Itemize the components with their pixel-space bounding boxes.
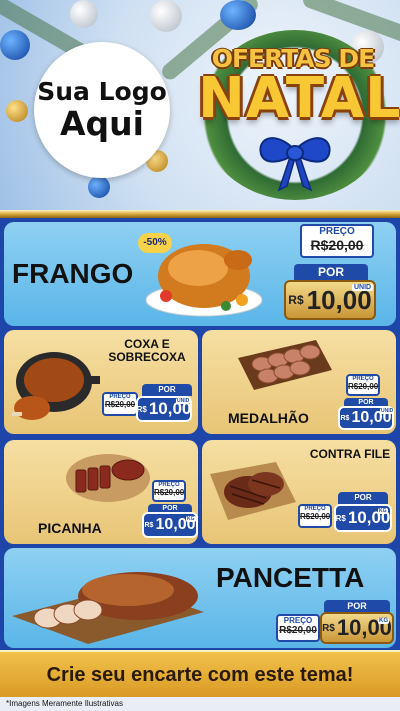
ornament-ball — [6, 100, 28, 122]
product-name: COXA E SOBRECOXA — [108, 337, 186, 365]
product-name: PANCETTA — [216, 562, 365, 593]
ornament-ball — [88, 176, 110, 198]
ornament-ball — [0, 30, 30, 60]
ornament-ball — [70, 0, 98, 28]
product-card-frango[interactable]: FRANGO -50% PREÇO R$20,00 POR R$ 10,00 U… — [4, 222, 396, 326]
footer-cta-text: Crie seu encarte com este tema! — [46, 664, 354, 686]
currency-symbol: R$ — [288, 293, 304, 307]
currency-symbol: R$ — [340, 414, 350, 422]
old-price-box: PREÇO R$20,00 — [102, 392, 138, 416]
footer-cta-bar[interactable]: Crie seu encarte com este tema! — [0, 650, 400, 698]
ornament-ball — [150, 0, 182, 32]
unit-label: KG — [378, 508, 388, 514]
old-price: R$20,00 — [104, 400, 136, 409]
product-card-picanha[interactable]: PICANHA PREÇO R$20,00 POR R$ 10,00 KG — [4, 440, 198, 544]
unit-label: UNID — [380, 408, 395, 414]
product-name: MEDALHÃO — [228, 410, 309, 426]
discount-badge: -50% — [138, 233, 172, 253]
medallion-skewers-image — [238, 340, 332, 390]
logo-text-line1: Sua Logo — [37, 77, 167, 107]
logo-text-line2: Aqui — [60, 103, 144, 143]
ornament-ball — [220, 0, 256, 30]
old-price: R$20,00 — [310, 237, 364, 253]
price-tag: PREÇO R$20,00 POR R$ 10,00 UNID — [284, 224, 376, 322]
title-main: NATAL — [198, 66, 400, 131]
old-price: R$20,00 — [154, 488, 185, 497]
price-tag: PREÇO R$20,00 POR R$ 10,00 KG — [298, 490, 392, 542]
pancetta-roast-image — [12, 572, 204, 644]
old-price-box: PREÇO R$20,00 — [346, 374, 380, 396]
por-label: POR — [294, 264, 368, 280]
old-price-box: PREÇO R$20,00 — [276, 614, 320, 642]
por-label: POR — [142, 384, 192, 396]
product-card-coxa[interactable]: COXA E SOBRECOXA PREÇO R$20,00 POR R$ 10… — [4, 330, 198, 434]
preco-label: PREÇO — [319, 226, 355, 237]
old-price-box: PREÇO R$20,00 — [152, 480, 186, 502]
unit-label: UNID — [352, 284, 374, 291]
unit-label: KG — [378, 618, 389, 624]
disclaimer-text: *Imagens Meramente Ilustrativas — [6, 699, 123, 708]
divider-bar — [0, 210, 400, 218]
product-name: FRANGO — [12, 258, 134, 289]
price-tag: PREÇO R$20,00 POR R$ 10,00 KG — [274, 598, 394, 646]
old-price: R$20,00 — [348, 382, 379, 391]
product-name: CONTRA FILE — [309, 447, 391, 461]
currency-symbol: R$ — [335, 513, 346, 523]
product-card-contrafile[interactable]: CONTRA FILE PREÇO R$20,00 POR R$ 10,00 K… — [202, 440, 396, 544]
old-price: R$20,00 — [300, 512, 331, 521]
unit-label: UNID — [176, 398, 191, 404]
currency-symbol: R$ — [136, 404, 147, 414]
price-tag: PREÇO R$20,00 POR R$ 10,00 KG — [142, 480, 198, 542]
currency-symbol: R$ — [322, 622, 335, 634]
old-price-box: PREÇO R$20,00 — [298, 504, 332, 528]
por-label: POR — [324, 600, 390, 612]
sale-price-box: R$ 10,00 — [320, 612, 394, 644]
unit-label: KG — [186, 516, 196, 522]
product-card-pancetta[interactable]: PANCETTA PREÇO R$20,00 POR R$ 10,00 KG — [4, 548, 396, 648]
old-price-box: PREÇO R$20,00 — [300, 224, 374, 258]
price-tag: PREÇO R$20,00 POR R$ 10,00 UNID — [102, 378, 192, 430]
currency-symbol: R$ — [144, 521, 154, 529]
grilled-steak-image — [210, 462, 296, 520]
logo-placeholder[interactable]: Sua Logo Aqui — [34, 42, 170, 178]
product-name: PICANHA — [38, 520, 102, 536]
sliced-picanha-image — [66, 454, 150, 502]
ribbon-bow-icon — [259, 137, 331, 192]
product-card-medalhao[interactable]: MEDALHÃO PREÇO R$20,00 POR R$ 10,00 UNID — [202, 330, 396, 434]
price-tag: PREÇO R$20,00 POR R$ 10,00 UNID — [338, 370, 395, 432]
preco-label: PREÇO — [283, 616, 313, 625]
old-price: R$20,00 — [279, 625, 317, 636]
header-banner: Sua Logo Aqui OFERTAS DE NATAL — [0, 0, 400, 212]
chicken-drumstick-image — [12, 352, 100, 420]
por-label: POR — [338, 492, 388, 504]
